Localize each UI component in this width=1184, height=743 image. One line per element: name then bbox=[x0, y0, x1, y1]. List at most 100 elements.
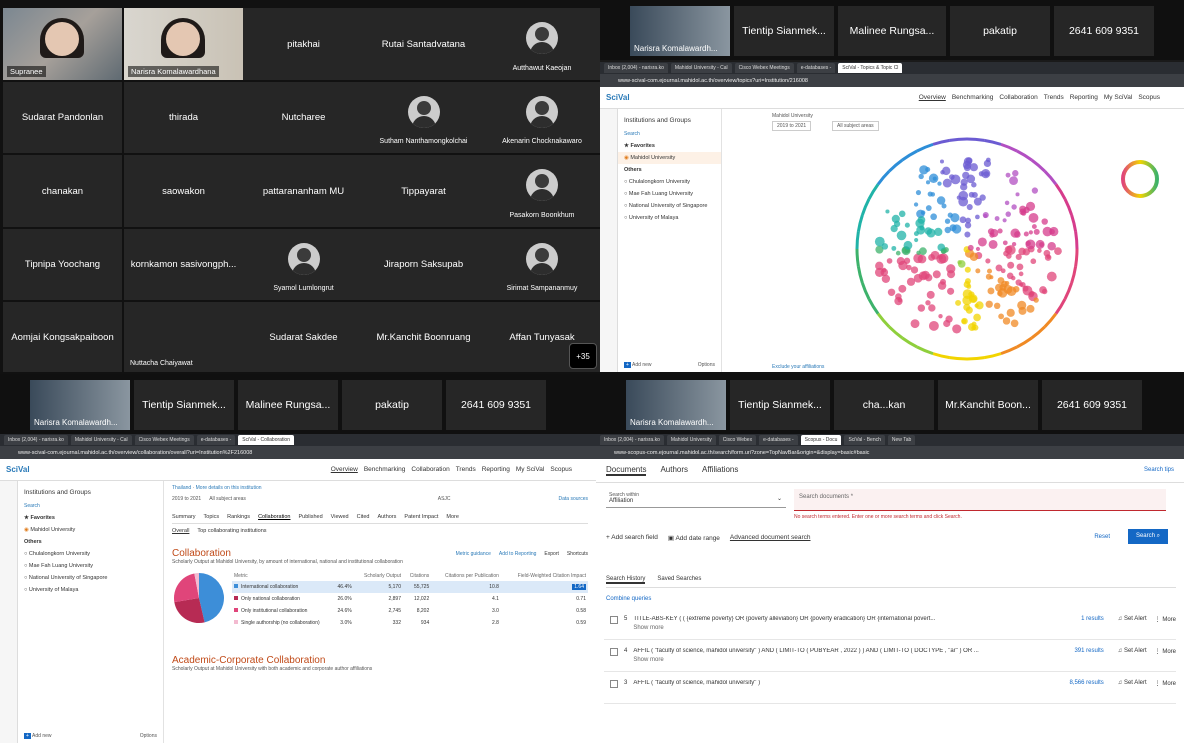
topic-cluster-dot[interactable] bbox=[1028, 212, 1039, 223]
topic-cluster-dot[interactable] bbox=[925, 180, 931, 185]
wheel-segment[interactable] bbox=[888, 158, 904, 173]
search-documents-input[interactable]: Search documents * bbox=[794, 489, 1166, 511]
scival-menu-item[interactable]: Scopus bbox=[550, 466, 572, 473]
topic-cluster-dot[interactable] bbox=[1025, 239, 1036, 250]
topic-cluster-dot[interactable] bbox=[1031, 224, 1037, 230]
topic-cluster-dot[interactable] bbox=[1012, 170, 1019, 177]
search-history-row[interactable]: 4 AFFIL ( "faculty of science, mahidol un… bbox=[604, 640, 1176, 672]
topic-cluster-dot[interactable] bbox=[944, 226, 951, 234]
topic-cluster-dot[interactable] bbox=[942, 178, 952, 188]
topic-cluster-dot[interactable] bbox=[1007, 261, 1015, 269]
host-video-thumb[interactable]: Narisra Komalawardh... bbox=[626, 380, 726, 430]
topic-cluster-dot[interactable] bbox=[937, 181, 942, 186]
participant-thumb[interactable]: 2641 609 9351 bbox=[446, 380, 546, 430]
export-menu[interactable]: Export bbox=[544, 551, 558, 557]
row-checkbox[interactable] bbox=[610, 616, 618, 624]
participant-tile[interactable]: Sutham Nanthamongkolchai bbox=[364, 82, 483, 153]
wheel-segment[interactable] bbox=[1063, 282, 1074, 300]
topic-cluster-dot[interactable] bbox=[969, 163, 978, 172]
wheel-segment[interactable] bbox=[1030, 325, 1046, 340]
subtab[interactable]: Collaboration bbox=[258, 514, 290, 520]
topic-cluster-dot[interactable] bbox=[965, 217, 972, 224]
topic-cluster-dot[interactable] bbox=[925, 205, 932, 211]
topic-cluster-dot[interactable] bbox=[987, 287, 995, 295]
set-alert-button[interactable]: ♫ Set Alert bbox=[1118, 680, 1147, 686]
topic-cluster-dot[interactable] bbox=[928, 173, 939, 184]
topic-cluster-dot[interactable] bbox=[952, 324, 962, 334]
topic-cluster-dot[interactable] bbox=[973, 197, 982, 206]
topic-cluster-dot[interactable] bbox=[1006, 308, 1015, 317]
topic-cluster-dot[interactable] bbox=[975, 214, 980, 220]
topic-cluster-dot[interactable] bbox=[985, 273, 992, 280]
subtab[interactable]: Authors bbox=[377, 514, 396, 520]
browser-tab[interactable]: Inbox (2,004) - narisra.ko bbox=[600, 435, 664, 445]
topic-cluster-dot[interactable] bbox=[881, 274, 891, 283]
wheel-segment[interactable] bbox=[855, 231, 860, 250]
results-link[interactable]: 8,566 results bbox=[1069, 680, 1103, 686]
subtab[interactable]: Cited bbox=[357, 514, 370, 520]
browser-tab[interactable]: Mahidol University - Cal bbox=[70, 435, 132, 445]
topic-cluster-dot[interactable] bbox=[896, 257, 905, 266]
collab-subject[interactable]: All subject areas bbox=[209, 496, 246, 502]
topic-cluster-dot[interactable] bbox=[981, 168, 991, 179]
topic-cluster-dot[interactable] bbox=[938, 313, 943, 319]
subtab[interactable]: More bbox=[446, 514, 459, 520]
wheel-segment[interactable] bbox=[966, 137, 985, 142]
address-bar[interactable]: www-scival-com.ejournal.mahidol.ac.th/ov… bbox=[0, 446, 596, 459]
add-date-range-button[interactable]: ▣ Add date range bbox=[668, 534, 720, 542]
participant-tile[interactable]: Syamol Lumlongrut bbox=[243, 229, 364, 300]
browser-tab[interactable]: Cisco Webex Meetings bbox=[134, 435, 194, 445]
search-button[interactable]: Search ⌕ bbox=[1127, 529, 1168, 544]
topic-cluster-dot[interactable] bbox=[993, 302, 1001, 310]
options-button[interactable]: Options bbox=[698, 362, 715, 368]
other-institution[interactable]: ○ Chulalongkorn University bbox=[618, 176, 721, 188]
sub-subtab[interactable]: Top collaborating institutions bbox=[197, 528, 266, 534]
topic-cluster-dot[interactable] bbox=[1006, 253, 1012, 259]
topic-cluster-dot[interactable] bbox=[1010, 275, 1016, 281]
topic-cluster-dot[interactable] bbox=[886, 258, 893, 264]
topic-cluster-dot[interactable] bbox=[988, 239, 998, 249]
topic-cluster-dot[interactable] bbox=[1041, 288, 1048, 295]
wheel-segment[interactable] bbox=[1063, 198, 1074, 216]
browser-tab-bar[interactable]: Inbox (2,004) - narisra.ko Mahidol Univer… bbox=[0, 434, 596, 446]
topic-cluster-dot[interactable] bbox=[913, 253, 923, 264]
wheel-segment[interactable] bbox=[1016, 336, 1033, 349]
topic-cluster-dot[interactable] bbox=[964, 231, 971, 238]
topic-cluster-dot[interactable] bbox=[1019, 205, 1027, 213]
topic-cluster-dot[interactable] bbox=[920, 210, 926, 215]
topic-cluster-dot[interactable] bbox=[977, 237, 987, 247]
set-alert-button[interactable]: ♫ Set Alert bbox=[1118, 648, 1147, 654]
topic-cluster-dot[interactable] bbox=[924, 273, 933, 282]
topic-cluster-dot[interactable] bbox=[926, 290, 935, 299]
browser-tab[interactable]: e-databases - bbox=[759, 435, 798, 445]
topic-cluster-dot[interactable] bbox=[1006, 245, 1016, 255]
topic-cluster-dot[interactable] bbox=[936, 196, 946, 205]
topic-cluster-dot[interactable] bbox=[904, 222, 910, 228]
participant-tile[interactable]: Pasakorn Boonkhum bbox=[483, 155, 600, 227]
advanced-search-link[interactable]: Advanced document search bbox=[730, 534, 811, 542]
topic-cluster-dot[interactable] bbox=[985, 157, 991, 163]
other-institution[interactable]: ○ Mae Fah Luang University bbox=[18, 560, 163, 572]
wheel-segment[interactable] bbox=[983, 352, 1002, 360]
wheel-segment[interactable] bbox=[901, 149, 918, 162]
scival-menu-item[interactable]: Benchmarking bbox=[364, 466, 406, 473]
topic-cluster-dot[interactable] bbox=[968, 191, 975, 198]
participant-tile[interactable]: Sirimat Sampananmuy bbox=[483, 229, 600, 300]
subtab[interactable]: Published bbox=[298, 514, 322, 520]
topic-cluster-dot[interactable] bbox=[1026, 304, 1035, 313]
browser-tab-bar[interactable]: Inbox (2,004) - narisra.ko Mahidol Univer… bbox=[600, 62, 1184, 74]
participant-thumb[interactable]: 2641 609 9351 bbox=[1054, 6, 1154, 56]
browser-tab[interactable]: Cisco Webex Meetings bbox=[734, 63, 794, 73]
more-participants-button[interactable]: +35 bbox=[569, 343, 597, 369]
other-institution[interactable]: ○ University of Malaya bbox=[18, 584, 163, 596]
more-details-link[interactable]: More details on this institution bbox=[196, 485, 262, 491]
topic-cluster-dot[interactable] bbox=[1031, 187, 1039, 194]
metric-guidance-link[interactable]: Metric guidance bbox=[456, 551, 491, 557]
topic-cluster-dot[interactable] bbox=[917, 304, 926, 312]
topic-cluster-dot[interactable] bbox=[927, 191, 933, 197]
wheel-segment[interactable] bbox=[932, 352, 951, 360]
topic-cluster-dot[interactable] bbox=[1046, 271, 1057, 282]
participant-tile[interactable]: saowakon bbox=[124, 155, 243, 227]
topic-cluster-dot[interactable] bbox=[910, 266, 919, 274]
topic-cluster-dot[interactable] bbox=[895, 250, 901, 256]
